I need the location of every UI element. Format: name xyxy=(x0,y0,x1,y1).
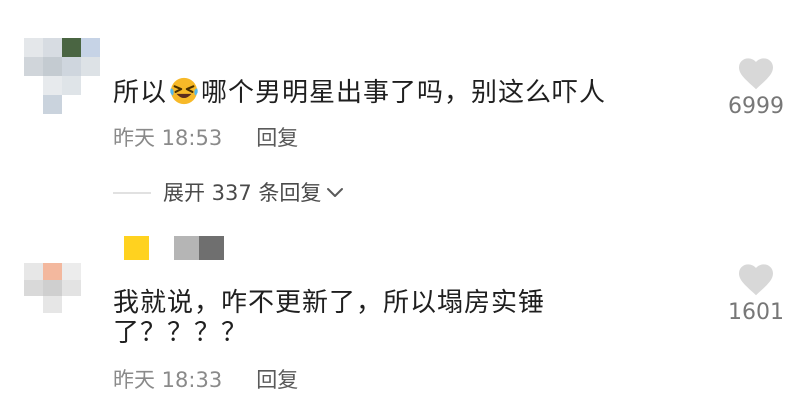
comment-time: 昨天 18:33 xyxy=(113,368,223,392)
like-button[interactable]: 6999 xyxy=(716,56,796,122)
reply-button[interactable]: 回复 xyxy=(256,368,298,392)
comment-meta: 昨天 18:33 回复 xyxy=(113,366,298,394)
heart-icon[interactable] xyxy=(737,56,775,90)
avatar-comment-2[interactable] xyxy=(24,263,100,313)
like-count: 1601 xyxy=(728,300,784,325)
comment-meta: 昨天 18:53 回复 xyxy=(113,124,298,152)
comment-text-part-2: 哪个男明星出事了吗，别这么吓人 xyxy=(201,78,607,108)
expand-replies-button[interactable]: 展开 337 条回复 xyxy=(113,178,345,208)
expand-replies-label[interactable]: 展开 337 条回复 xyxy=(163,178,321,208)
reply-button[interactable]: 回复 xyxy=(256,126,298,150)
rolling-on-floor-laughing-icon xyxy=(170,77,198,105)
divider-line xyxy=(113,192,151,194)
username-mosaic xyxy=(124,236,224,260)
chevron-down-icon[interactable] xyxy=(325,186,345,200)
like-button[interactable]: 1601 xyxy=(716,262,796,328)
heart-icon[interactable] xyxy=(737,262,775,296)
like-count: 6999 xyxy=(728,94,784,119)
comment-text-part-1: 所以 xyxy=(113,78,168,108)
comment-time: 昨天 18:53 xyxy=(113,126,223,150)
avatar-comment-1[interactable] xyxy=(24,38,100,114)
comment-text-line-2: 了？？？？ xyxy=(113,318,249,348)
comment-text: 所以 哪个男明星出事了吗，别这么吓人 xyxy=(113,73,606,113)
